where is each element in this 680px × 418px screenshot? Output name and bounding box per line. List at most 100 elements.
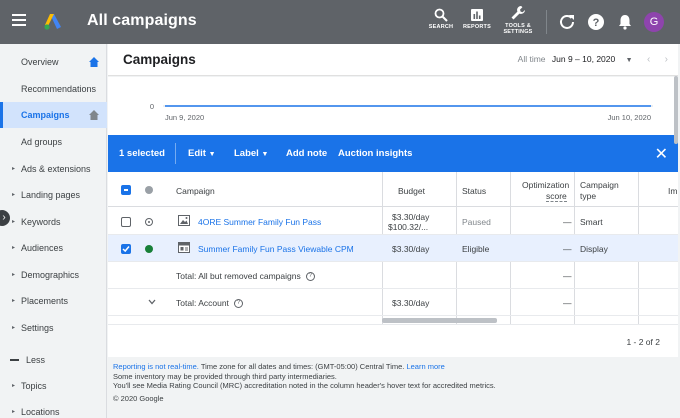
total-label: Total: All but removed campaigns? [176,271,315,282]
column-header-type-line1[interactable]: Campaign [580,180,619,190]
page-header: Campaigns All time Jun 9 – 10, 2020 ▼ ‹ … [108,44,678,76]
main-content: Campaigns All time Jun 9 – 10, 2020 ▼ ‹ … [108,44,680,418]
page-header-title: All campaigns [87,12,197,29]
label-menu-button[interactable]: Label ▼ [234,148,268,159]
caret-right-icon: ▸ [12,325,16,331]
campaign-name-link[interactable]: 4ORE Summer Family Fun Pass [198,217,321,227]
notifications-bell-icon[interactable] [616,13,634,31]
help-circle-icon[interactable]: ? [233,299,243,309]
status-header-dot-icon [145,186,153,194]
performance-chart: 0 Jun 9, 2020 Jun 10, 2020 [108,77,678,135]
sidebar-item-label: Overview [21,57,59,67]
total-row: Total: All but removed campaigns? — [108,262,678,289]
chevron-left-icon[interactable]: ‹ [647,54,650,65]
minus-icon [10,359,19,361]
auction-insights-button[interactable]: Auction insights [338,148,412,159]
chevron-right-icon: › [2,212,6,223]
sidebar-item-label: Recommendations [21,84,97,94]
sidebar-item-audiences[interactable]: ▸ Audiences [0,235,107,261]
page-footer: Reporting is not real-time. Time zone fo… [108,362,678,403]
help-circle-icon[interactable]: ? [305,272,315,282]
horizontal-scrollbar[interactable] [382,318,497,323]
campaign-type-value: Smart [580,217,603,227]
wrench-icon [511,6,525,20]
sidebar-item-placements[interactable]: ▸ Placements [0,288,107,314]
search-icon [434,8,448,22]
caret-right-icon: ▸ [12,166,16,172]
copyright: © 2020 Google [113,393,164,403]
pagination: 1 - 2 of 2 [108,324,678,357]
opt-score-value: — [563,217,572,227]
column-header-opt-line1[interactable]: Optimization [522,180,569,190]
avatar[interactable]: G [644,12,664,32]
refresh-icon[interactable] [558,13,576,31]
pagination-count: 1 - 2 of 2 [626,337,660,347]
chevron-down-icon[interactable] [148,299,156,305]
total-label-text: Total: All but removed campaigns [176,271,301,281]
column-header-status[interactable]: Status [462,186,486,196]
chevron-right-icon[interactable]: › [665,54,668,65]
total-label: Total: Account? [176,298,243,309]
campaign-name-link[interactable]: Summer Family Fun Pass Viewable CPM [198,244,354,254]
sidebar-item-label: Locations [21,407,60,417]
caret-right-icon: ▸ [12,383,16,389]
vertical-scrollbar[interactable] [674,76,678,144]
row-checkbox[interactable] [121,244,131,254]
hamburger-menu-icon[interactable] [12,14,26,28]
sidebar-item-label: Audiences [21,243,64,253]
close-icon[interactable]: ✕ [655,144,668,164]
dropdown-arrow-icon[interactable]: ▼ [626,57,633,64]
caret-right-icon: ▸ [12,192,16,198]
opt-score-total: — [563,298,572,308]
sidebar-item-topics[interactable]: ▸ Topics [0,373,107,399]
sidebar-item-label: Less [26,355,46,365]
sidebar-item-ad-groups[interactable]: Ad groups [0,129,107,155]
sidebar-item-demographics[interactable]: ▸ Demographics [0,262,107,288]
add-note-button[interactable]: Add note [286,148,327,159]
column-header-opt-line2[interactable]: score [546,191,567,202]
total-label-text: Total: Account [176,298,229,308]
sidebar-item-label: Placements [21,296,69,306]
tools-label-line2: SETTINGS [503,29,533,35]
select-all-checkbox[interactable] [121,185,131,195]
realtime-link[interactable]: Reporting is not real-time. [113,362,199,371]
row-checkbox[interactable] [121,217,131,227]
table-row[interactable]: 4ORE Summer Family Fun Pass $3.30/day $1… [108,208,678,235]
tools-settings-button[interactable]: TOOLS & SETTINGS [498,5,538,35]
search-label: SEARCH [428,24,454,30]
sidebar-item-label: Ad groups [21,137,63,147]
sidebar-item-campaigns[interactable]: Campaigns [0,102,107,128]
sidebar-item-recommendations[interactable]: Recommendations [0,76,107,102]
sidebar-item-overview[interactable]: Overview [0,49,107,75]
budget-value-secondary: $100.32/... [388,222,429,232]
sidebar-item-settings[interactable]: ▸ Settings [0,315,107,341]
home-icon [89,57,99,67]
sidebar-item-locations[interactable]: ▸ Locations [0,399,107,418]
edit-label: Edit [188,148,206,159]
total-row: Total: Account? $3.30/day — [108,289,678,316]
sidebar-item-ads-extensions[interactable]: ▸ Ads & extensions [0,156,107,182]
sidebar-item-keywords[interactable]: ▸ Keywords [0,209,107,235]
column-header-campaign[interactable]: Campaign [176,186,215,196]
sidebar-item-label: Landing pages [21,190,81,200]
learn-more-link[interactable]: Learn more [406,362,444,371]
sidebar-item-less[interactable]: Less [0,347,107,373]
help-icon[interactable]: ? [587,13,605,31]
edit-menu-button[interactable]: Edit ▼ [188,148,216,159]
sidebar-nav: Overview Recommendations Campaigns Ad gr… [0,44,107,418]
opt-score-total: — [563,271,572,281]
sidebar-item-landing-pages[interactable]: ▸ Landing pages [0,182,107,208]
sidebar-item-label: Topics [21,381,47,391]
column-header-budget[interactable]: Budget [398,186,425,196]
x-tick-label-end: Jun 10, 2020 [608,113,651,122]
column-header-truncated[interactable]: Im [668,186,677,196]
reports-label: REPORTS [463,24,491,30]
table-row[interactable]: Summer Family Fun Pass Viewable CPM $3.3… [108,235,678,262]
sidebar-item-label: Keywords [21,217,61,227]
chart-svg: 0 Jun 9, 2020 Jun 10, 2020 [150,102,653,122]
reports-button[interactable]: REPORTS [457,8,497,30]
column-header-type-line2[interactable]: type [580,191,596,201]
search-button[interactable]: SEARCH [421,8,461,30]
google-ads-logo-icon[interactable] [44,13,62,30]
date-range-picker[interactable]: All time Jun 9 – 10, 2020 ▼ ‹ › [518,54,668,65]
